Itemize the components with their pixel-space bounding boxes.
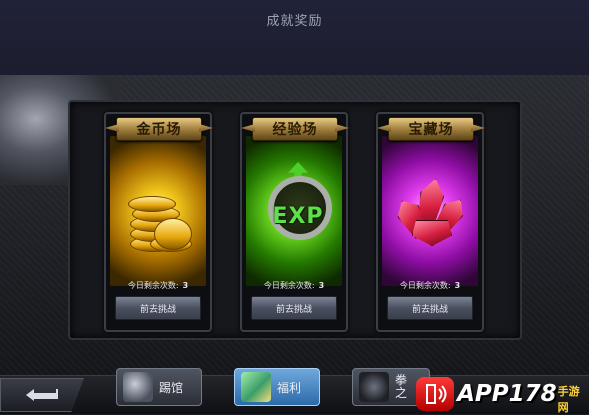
card-title-banner: 经验场 <box>252 117 338 141</box>
welfare-button[interactable]: 福利 <box>234 368 320 406</box>
welfare-label: 福利 <box>277 380 302 395</box>
fighter-portrait-icon <box>123 372 153 402</box>
gym-challenge-button[interactable]: 踢馆 <box>116 368 202 406</box>
remaining-attempts: 今日剩余次数: 3 <box>106 280 210 291</box>
exp-arena-card[interactable]: EXP 经验场 今日剩余次数: 3 前去挑战 <box>240 112 348 332</box>
remaining-attempts: 今日剩余次数: 3 <box>242 280 346 291</box>
site-watermark: APP178 手游网 <box>416 374 589 414</box>
app178-logo-icon <box>416 376 455 411</box>
gift-pile-icon <box>241 372 271 402</box>
challenge-button[interactable]: 前去挑战 <box>115 296 201 320</box>
back-button[interactable] <box>0 378 84 412</box>
watermark-main-text: APP178 <box>457 380 557 407</box>
remaining-label: 今日剩余次数: <box>127 281 179 290</box>
gold-arena-card[interactable]: 金币场 今日剩余次数: 3 前去挑战 <box>104 112 212 332</box>
remaining-count: 3 <box>182 281 189 290</box>
gym-label: 踢馆 <box>159 380 184 395</box>
remaining-count: 3 <box>454 281 461 290</box>
treasure-arena-image <box>382 136 478 286</box>
dark-helmet-icon <box>359 372 389 402</box>
remaining-attempts: 今日剩余次数: 3 <box>378 280 482 291</box>
challenge-button[interactable]: 前去挑战 <box>251 296 337 320</box>
remaining-count: 3 <box>318 281 325 290</box>
remaining-label: 今日剩余次数: <box>399 281 451 290</box>
treasure-arena-card[interactable]: 宝藏场 今日剩余次数: 3 前去挑战 <box>376 112 484 332</box>
challenge-button[interactable]: 前去挑战 <box>387 296 473 320</box>
return-arrow-icon <box>26 389 58 401</box>
top-bar: 成就奖励 <box>0 0 589 75</box>
gold-arena-image <box>110 136 206 286</box>
page-title: 成就奖励 <box>266 14 323 29</box>
card-title-banner: 金币场 <box>116 117 202 141</box>
card-title-banner: 宝藏场 <box>388 117 474 141</box>
exp-arena-image: EXP <box>246 136 342 286</box>
watermark-sub-text: 手游网 <box>557 384 580 414</box>
fist-mode-label: 拳 之 <box>395 373 408 400</box>
exp-badge-text: EXP <box>272 204 324 229</box>
remaining-label: 今日剩余次数: <box>263 281 315 290</box>
